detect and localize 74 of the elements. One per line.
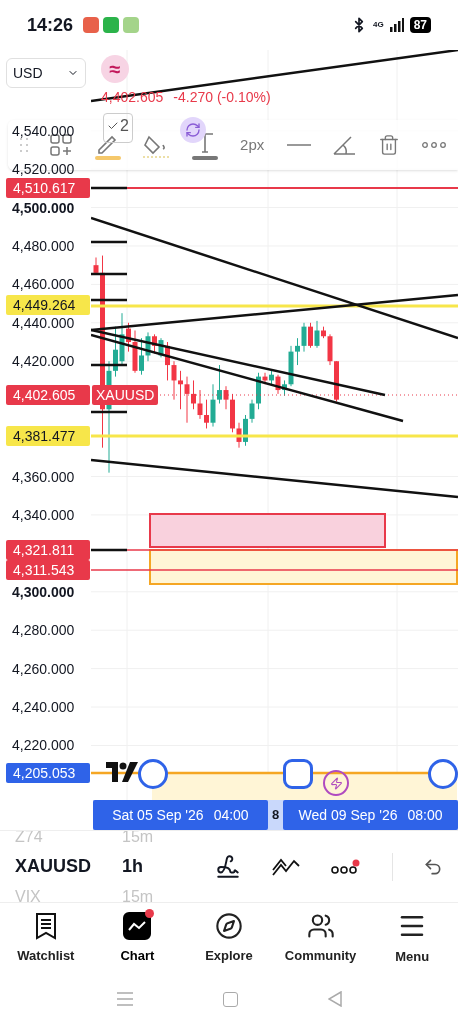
symbol-text: XAUUSD (15, 855, 92, 878)
price-axis-label: 4,440.000 (12, 314, 75, 331)
symbol-picker-row[interactable]: XAUUSD 1h (15, 851, 200, 882)
symbol-text: Z74 (15, 830, 44, 847)
symbol-text: VIX (15, 886, 42, 903)
date-text: Sat 05 Sep '26 (112, 805, 204, 825)
more-tools-icon[interactable] (331, 858, 362, 875)
price-axis-label: 4,420.000 (12, 353, 75, 370)
check-icon (107, 120, 119, 132)
drag-handle-icon[interactable] (138, 759, 168, 789)
nav-tab[interactable]: Watchlist (0, 911, 92, 966)
drag-handle-icon[interactable] (428, 759, 458, 789)
home-icon[interactable] (222, 991, 238, 1007)
undo-icon[interactable] (422, 856, 443, 877)
chart-logo-icon (106, 762, 138, 782)
sync-icon[interactable] (180, 117, 206, 143)
lightning-icon[interactable] (323, 770, 349, 796)
app-icon (83, 17, 100, 33)
price-axis-label: 4,300.000 (12, 583, 75, 600)
clock-time: 14:26 (27, 13, 74, 37)
indicator-badge[interactable]: ≈ (101, 55, 129, 83)
price-tag: 4,402.605 (6, 385, 90, 405)
date-tick-label: 8 (270, 806, 281, 825)
price-axis-label: 4,500.000 (12, 199, 75, 216)
price-tag: 4,449.264 (6, 295, 90, 315)
date-text: Wed 09 Sep '26 (298, 805, 398, 825)
more-icon[interactable] (422, 142, 446, 148)
price-axis-label: 4,260.000 (12, 660, 75, 677)
price-change: -4.270 (-0.10%) (173, 88, 271, 107)
price-axis-label: 4,220.000 (12, 737, 75, 754)
battery-level: 87 (409, 17, 431, 33)
people-icon (306, 911, 335, 940)
price-tag: 4,321.811 (6, 540, 90, 560)
currency-dropdown[interactable]: USD (6, 58, 86, 88)
badge-text: 2 (120, 116, 129, 136)
compass-icon (215, 911, 243, 940)
chart-icon (123, 911, 152, 940)
interval-text: 1h (122, 855, 143, 878)
price-axis-label: 4,480.000 (12, 237, 75, 254)
delete-icon[interactable] (377, 134, 400, 156)
price-axis-label: 4,460.000 (12, 276, 75, 293)
price-tag: 4,381.477 (6, 426, 90, 446)
drag-dots-icon[interactable] (20, 138, 28, 152)
interval-text: 15m (122, 886, 154, 903)
nav-tab[interactable]: Explore (183, 911, 275, 966)
time-text: 08:00 (407, 805, 443, 825)
price-axis-label: 4,520.000 (12, 161, 75, 178)
angle-icon[interactable] (333, 135, 356, 155)
drawing-pen-icon[interactable] (215, 853, 242, 880)
panda-app-icon (123, 17, 140, 33)
interval-text: 15m (122, 830, 154, 847)
chat-app-icon (103, 17, 120, 33)
text-color-icon[interactable] (191, 130, 218, 160)
back-icon[interactable] (327, 991, 342, 1007)
stroke-width-selector[interactable]: 2px (240, 133, 265, 157)
zigzag-lines-icon[interactable] (271, 856, 302, 877)
nav-tab[interactable]: Chart (91, 911, 184, 966)
price-tag: 4,311.543 (6, 560, 90, 580)
price-axis-label: 4,340.000 (12, 506, 75, 523)
network-type: 4G (372, 19, 384, 31)
price-axis-label: 4,280.000 (12, 622, 75, 639)
drag-handle-icon[interactable] (283, 759, 313, 789)
time-text: 04:00 (213, 805, 249, 825)
price-axis-label: 4,360.000 (12, 468, 75, 485)
line-style-icon[interactable] (286, 143, 311, 147)
price-tag: 4,205.053 (6, 763, 90, 783)
price-tag: 4,510.617 (6, 178, 90, 198)
list-bookmark-icon (33, 911, 58, 940)
symbol-tag: XAUUSD (92, 385, 159, 405)
nav-tab[interactable]: Menu (366, 910, 458, 967)
signal-icon (389, 18, 404, 32)
price-axis-label: 4,240.000 (12, 699, 75, 716)
price-axis-label: 4,540.000 (12, 122, 75, 139)
nav-tab[interactable]: Community (274, 911, 367, 966)
